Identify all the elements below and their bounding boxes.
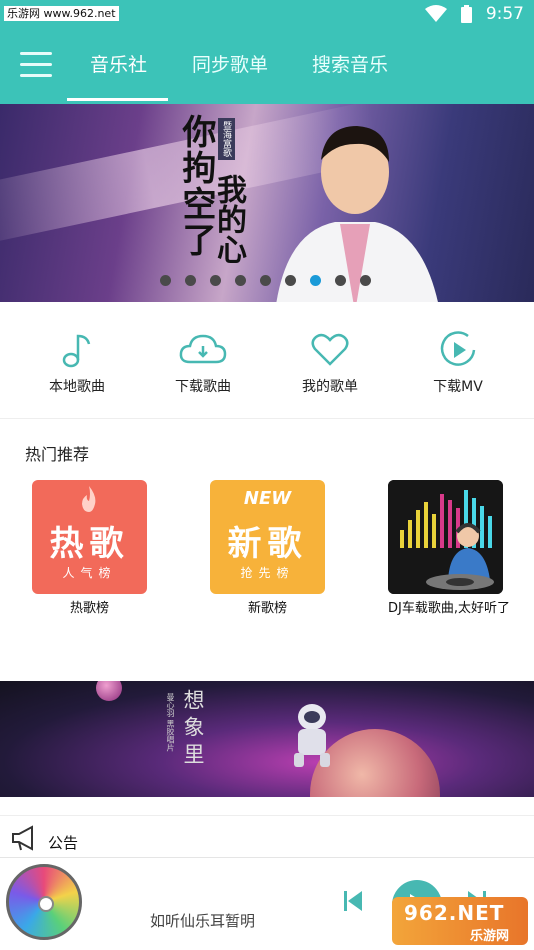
section-title: 热门推荐 [25, 445, 90, 464]
small-planet [96, 681, 122, 701]
local-songs-button[interactable]: 本地歌曲 [22, 330, 132, 396]
downloaded-songs-button[interactable]: 下载歌曲 [148, 330, 258, 396]
banner-carousel[interactable]: 你拘空了 我的心 暨海富歌 [0, 104, 534, 302]
singer-photo [276, 126, 438, 302]
tab-search-music[interactable]: 搜索音乐 [312, 48, 388, 88]
active-tab-indicator [67, 98, 168, 101]
space-banner-subtitle: 曼心羽 黑胶唱片 [166, 693, 175, 752]
banner-title-2: 我的心 [211, 174, 246, 264]
banner-tag: 暨海富歌 [218, 118, 235, 160]
astronaut-image [294, 704, 330, 767]
my-playlist-button[interactable]: 我的歌单 [275, 330, 385, 396]
play-circle-icon [440, 331, 476, 366]
cloud-download-icon [179, 334, 227, 364]
carousel-dot[interactable] [360, 275, 371, 286]
carousel-dot[interactable] [160, 275, 171, 286]
carousel-dot[interactable] [285, 275, 296, 286]
tab-sync-playlist[interactable]: 同步歌单 [192, 48, 268, 88]
carousel-dots [160, 275, 371, 286]
clock: 9:57 [485, 4, 524, 24]
card-thumbnail: 热歌 人气榜 [32, 480, 147, 594]
notice-bar[interactable]: 公告 [0, 815, 534, 858]
card-caption: 热歌榜 [69, 601, 109, 616]
quick-label: 我的歌单 [302, 379, 358, 395]
tab-music-club[interactable]: 音乐社 [90, 48, 147, 88]
battery-icon [460, 5, 472, 23]
now-playing-title: 如听仙乐耳暂明 [150, 912, 256, 930]
card-caption: DJ车载歌曲,太好听了 [388, 601, 510, 616]
status-indicators: 9:57 [424, 4, 524, 24]
space-banner-title: 想象里 [181, 689, 205, 770]
hamburger-menu-icon[interactable] [20, 52, 52, 80]
card-caption: 新歌榜 [247, 601, 287, 616]
quick-label: 下载歌曲 [175, 379, 231, 395]
carousel-dot[interactable] [210, 275, 221, 286]
music-note-icon [62, 334, 91, 368]
top-navigation: 音乐社 同步歌单 搜索音乐 [0, 28, 534, 104]
carousel-dot[interactable] [260, 275, 271, 286]
watermark-bottom: 962.NET 乐游网 [392, 897, 528, 945]
card-small-text: 抢先榜 [240, 566, 295, 580]
card-big-text: 热歌 [49, 524, 130, 564]
quick-label: 本地歌曲 [49, 379, 105, 395]
album-disc[interactable] [6, 864, 82, 940]
carousel-dot[interactable] [335, 275, 346, 286]
quick-actions: 本地歌曲 下载歌曲 我的歌单 下载MV [0, 302, 534, 419]
previous-track-icon[interactable] [344, 890, 362, 912]
carousel-dot[interactable] [235, 275, 246, 286]
dj-equalizer-image [388, 480, 503, 594]
card-thumbnail: NEW 新歌 抢先榜 [210, 480, 325, 594]
card-big-text: 新歌 [227, 524, 308, 564]
new-badge: NEW [243, 488, 292, 509]
heart-icon [311, 333, 349, 366]
space-banner[interactable]: 想象里 曼心羽 黑胶唱片 [0, 681, 534, 797]
card-thumbnail [388, 480, 503, 594]
notice-label: 公告 [48, 834, 79, 852]
card-small-text: 人气榜 [62, 566, 117, 580]
wifi-icon [424, 5, 447, 22]
status-bar: 乐游网 www.962.net 9:57 [0, 0, 534, 28]
watermark-brand: 962.NET [404, 901, 505, 925]
megaphone-icon [12, 825, 33, 851]
downloaded-mv-button[interactable]: 下载MV [403, 330, 513, 396]
quick-label: 下载MV [433, 379, 483, 395]
carousel-dot-active[interactable] [310, 275, 321, 286]
dj-songs-card[interactable]: DJ车载歌曲,太好听了 [388, 480, 510, 616]
carousel-dot[interactable] [185, 275, 196, 286]
flame-icon [82, 486, 96, 512]
watermark-sub: 乐游网 [470, 929, 510, 944]
hot-songs-card[interactable]: 热歌 人气榜 热歌榜 [32, 480, 147, 616]
watermark-top: 乐游网 www.962.net [4, 6, 119, 21]
new-songs-card[interactable]: NEW 新歌 抢先榜 新歌榜 [210, 480, 325, 616]
